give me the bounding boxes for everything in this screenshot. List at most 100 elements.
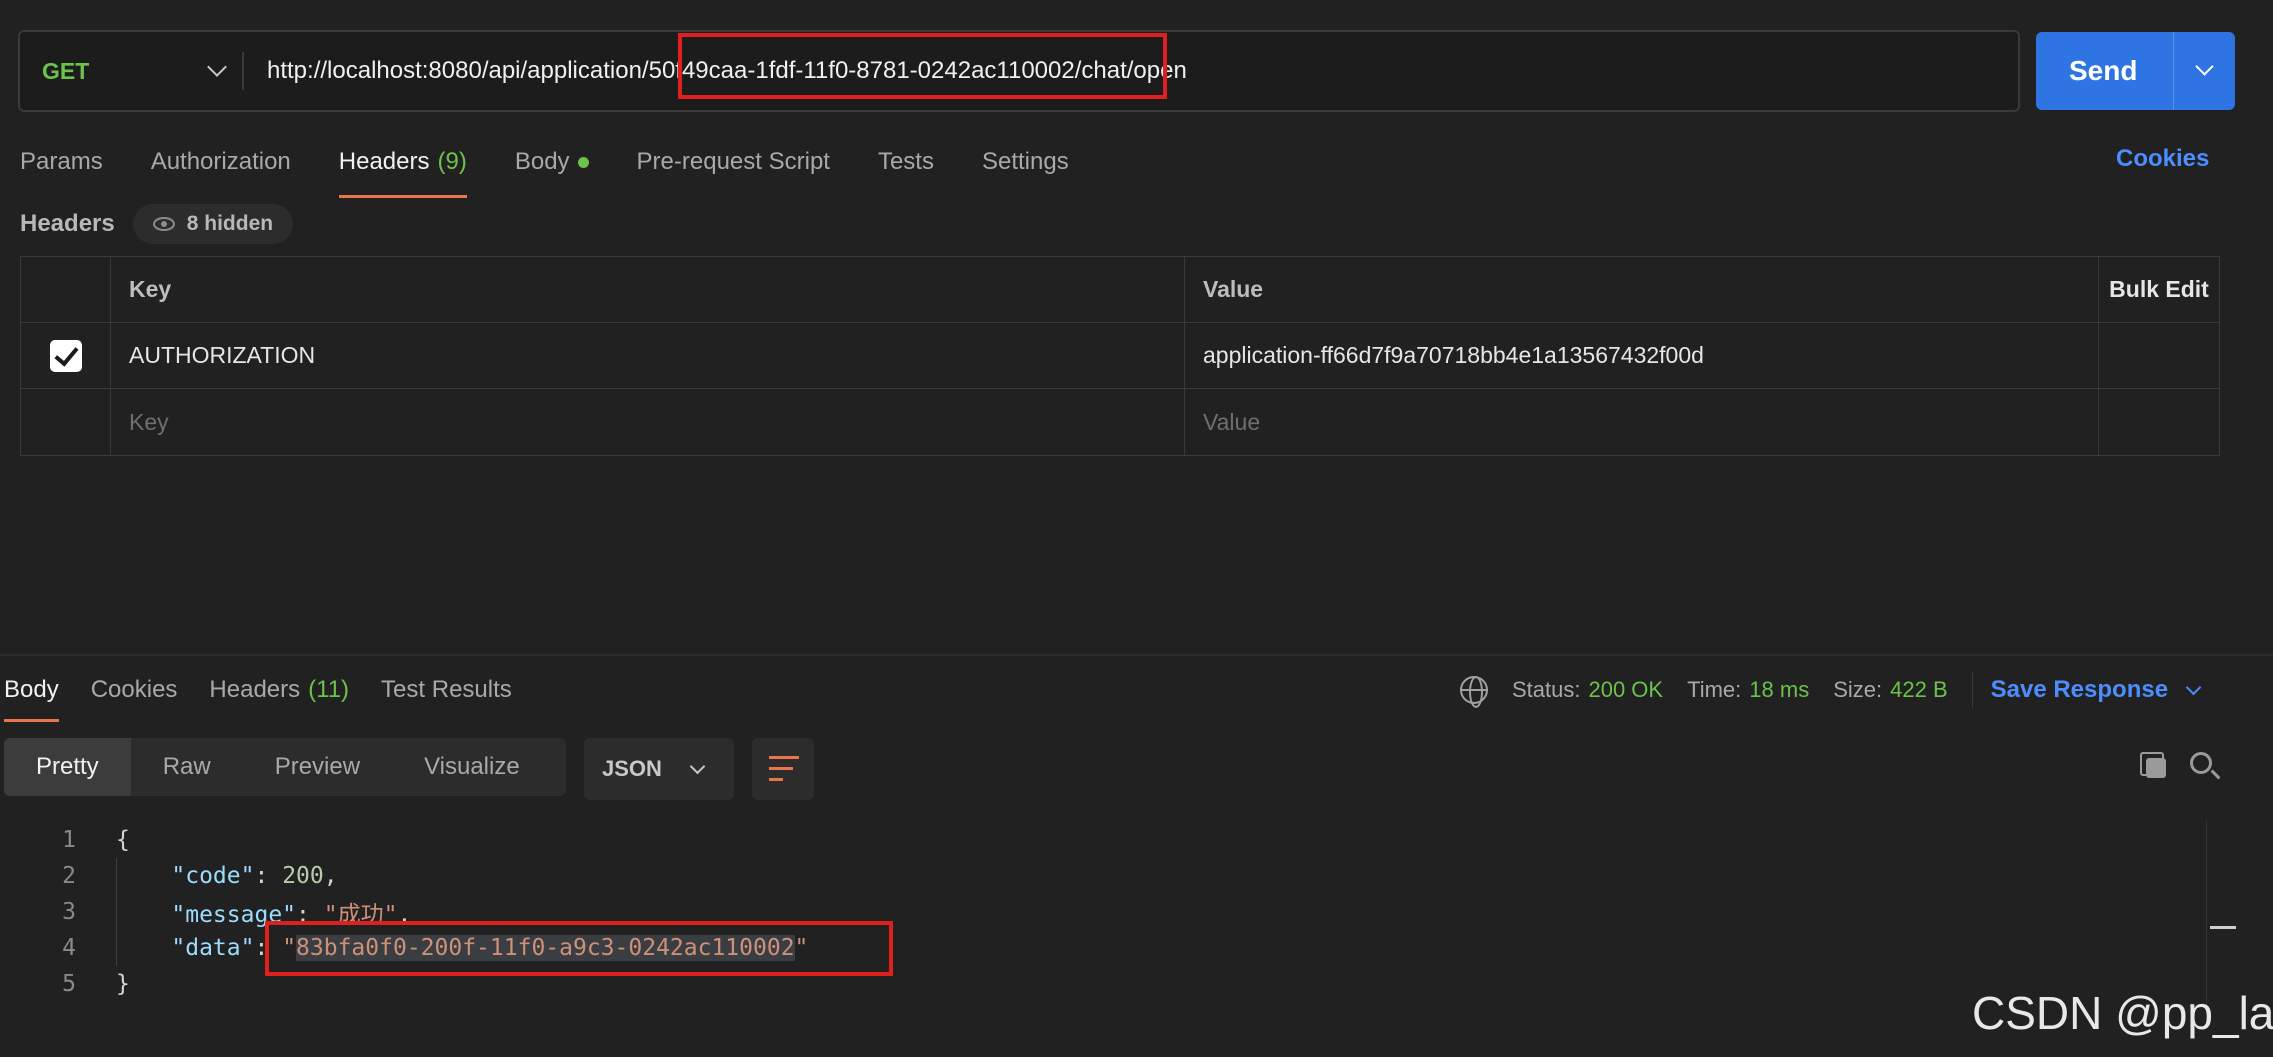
status-value: 200 OK	[1588, 677, 1664, 702]
send-label: Send	[2069, 55, 2138, 86]
json-key: "data"	[171, 935, 255, 961]
view-visualize[interactable]: Visualize	[392, 738, 552, 796]
eye-icon	[152, 217, 175, 231]
key-column-header: Key	[111, 257, 1185, 322]
save-response-label: Save Response	[1990, 676, 2169, 703]
cookies-link[interactable]: Cookies	[2116, 145, 2209, 173]
tab-label: Headers	[209, 676, 301, 703]
wrap-icon	[769, 767, 793, 770]
tab-response-headers[interactable]: Headers (11)	[209, 670, 349, 710]
scrollbar-thumb[interactable]	[2210, 926, 2236, 929]
format-label: JSON	[602, 756, 662, 781]
time-label: Time:	[1687, 677, 1742, 702]
send-button[interactable]: Send	[2036, 32, 2235, 110]
tab-label: Cookies	[90, 676, 178, 703]
size-info: Size: 422 B	[1833, 677, 1947, 703]
row-extra-cell	[2099, 323, 2219, 388]
header-value-field[interactable]: application-ff66d7f9a70718bb4e1a13567432…	[1185, 323, 2099, 388]
row-check-cell	[21, 389, 111, 455]
chevron-down-icon	[2185, 679, 2202, 695]
new-value-field[interactable]: Value	[1185, 389, 2099, 455]
wrap-icon	[769, 778, 783, 781]
json-number: 200	[282, 863, 324, 889]
status-info: Status: 200 OK	[1512, 677, 1663, 703]
globe-icon[interactable]	[1460, 676, 1488, 708]
view-preview[interactable]: Preview	[243, 738, 392, 796]
save-response-button[interactable]: Save Response	[1990, 676, 2202, 704]
code-line: 5 }	[0, 966, 130, 1002]
tab-response-body[interactable]: Body	[4, 670, 59, 722]
divider	[1971, 672, 1973, 708]
divider	[2173, 32, 2174, 110]
check-column-header	[21, 257, 111, 322]
tab-settings[interactable]: Settings	[982, 140, 1069, 184]
code-line: 3 "message": "成功",	[0, 894, 411, 930]
tab-label: Pre-request Script	[636, 148, 830, 175]
header-enabled-checkbox[interactable]	[49, 339, 82, 372]
table-row: Key Value	[21, 389, 2219, 455]
tab-label: Body	[4, 676, 59, 703]
size-label: Size:	[1833, 677, 1883, 702]
code-line: 4 "data": "83bfa0f0-200f-11f0-a9c3-0242a…	[0, 930, 808, 966]
hidden-headers-toggle[interactable]: 8 hidden	[132, 204, 294, 244]
response-divider[interactable]	[0, 654, 2273, 656]
code-text: {	[116, 827, 130, 853]
headers-table: Key Value Bulk Edit AUTHORIZATION applic…	[20, 256, 2220, 456]
search-icon[interactable]	[2190, 752, 2212, 774]
request-tabs: Params Authorization Headers (9) Body Pre…	[20, 140, 1117, 198]
time-value: 18 ms	[1749, 677, 1810, 702]
copy-icon[interactable]	[2140, 752, 2166, 778]
line-number: 2	[62, 863, 76, 889]
tab-label: Headers	[338, 148, 430, 175]
response-tabs: Body Cookies Headers (11) Test Results	[4, 670, 544, 722]
tab-label: Body	[514, 148, 570, 175]
tab-label: Params	[20, 148, 103, 175]
tab-test-results[interactable]: Test Results	[381, 670, 512, 710]
line-number: 3	[62, 899, 76, 925]
wrap-icon	[769, 756, 799, 759]
response-status-bar: Status: 200 OK Time: 18 ms Size: 422 B Save…	[1460, 670, 2202, 710]
header-key-field[interactable]: AUTHORIZATION	[111, 323, 1185, 388]
view-pretty[interactable]: Pretty	[4, 738, 131, 796]
format-select[interactable]: JSON	[584, 738, 734, 800]
chevron-down-icon	[207, 57, 227, 77]
new-key-field[interactable]: Key	[111, 389, 1185, 455]
line-number: 5	[62, 971, 76, 997]
highlight-box-url-id	[678, 33, 1167, 99]
brace: {	[116, 827, 130, 853]
watermark: CSDN @pp_lan	[1972, 987, 2273, 1039]
table-header-row: Key Value Bulk Edit	[21, 257, 2219, 323]
tab-pre-request-script[interactable]: Pre-request Script	[637, 140, 830, 184]
chevron-down-icon[interactable]	[2195, 57, 2214, 76]
view-mode-group: Pretty Raw Preview Visualize	[4, 738, 566, 796]
line-number: 4	[62, 935, 76, 961]
tab-authorization[interactable]: Authorization	[151, 140, 291, 184]
tab-params[interactable]: Params	[20, 140, 103, 184]
view-raw[interactable]: Raw	[131, 738, 243, 796]
row-check-cell	[21, 323, 111, 388]
status-dot-icon	[577, 156, 589, 168]
method-label: GET	[42, 57, 90, 84]
time-info: Time: 18 ms	[1687, 677, 1809, 703]
response-body-code: 1 { 2 "code": 200, 3 "message": "成功", 4 …	[0, 822, 808, 1002]
bulk-edit-button[interactable]: Bulk Edit	[2099, 257, 2219, 322]
method-select[interactable]: GET	[42, 32, 242, 110]
code-text: }	[116, 971, 130, 997]
divider	[242, 52, 244, 90]
size-value: 422 B	[1890, 677, 1948, 702]
hidden-count: 8 hidden	[186, 212, 274, 235]
tab-label: Tests	[877, 148, 934, 175]
code-line: 2 "code": 200,	[0, 858, 337, 894]
tab-headers[interactable]: Headers (9)	[338, 140, 467, 198]
tab-tests[interactable]: Tests	[878, 140, 934, 184]
headers-title: Headers	[20, 210, 115, 237]
tab-count: (9)	[437, 148, 467, 175]
headers-heading: Headers 8 hidden	[20, 204, 294, 244]
value-column-header: Value	[1185, 257, 2099, 322]
tab-response-cookies[interactable]: Cookies	[91, 670, 178, 710]
wrap-lines-button[interactable]	[752, 738, 814, 800]
tab-count: (11)	[308, 676, 350, 703]
tab-label: Test Results	[381, 676, 512, 703]
tab-body[interactable]: Body	[515, 140, 589, 184]
line-number: 1	[62, 827, 76, 853]
